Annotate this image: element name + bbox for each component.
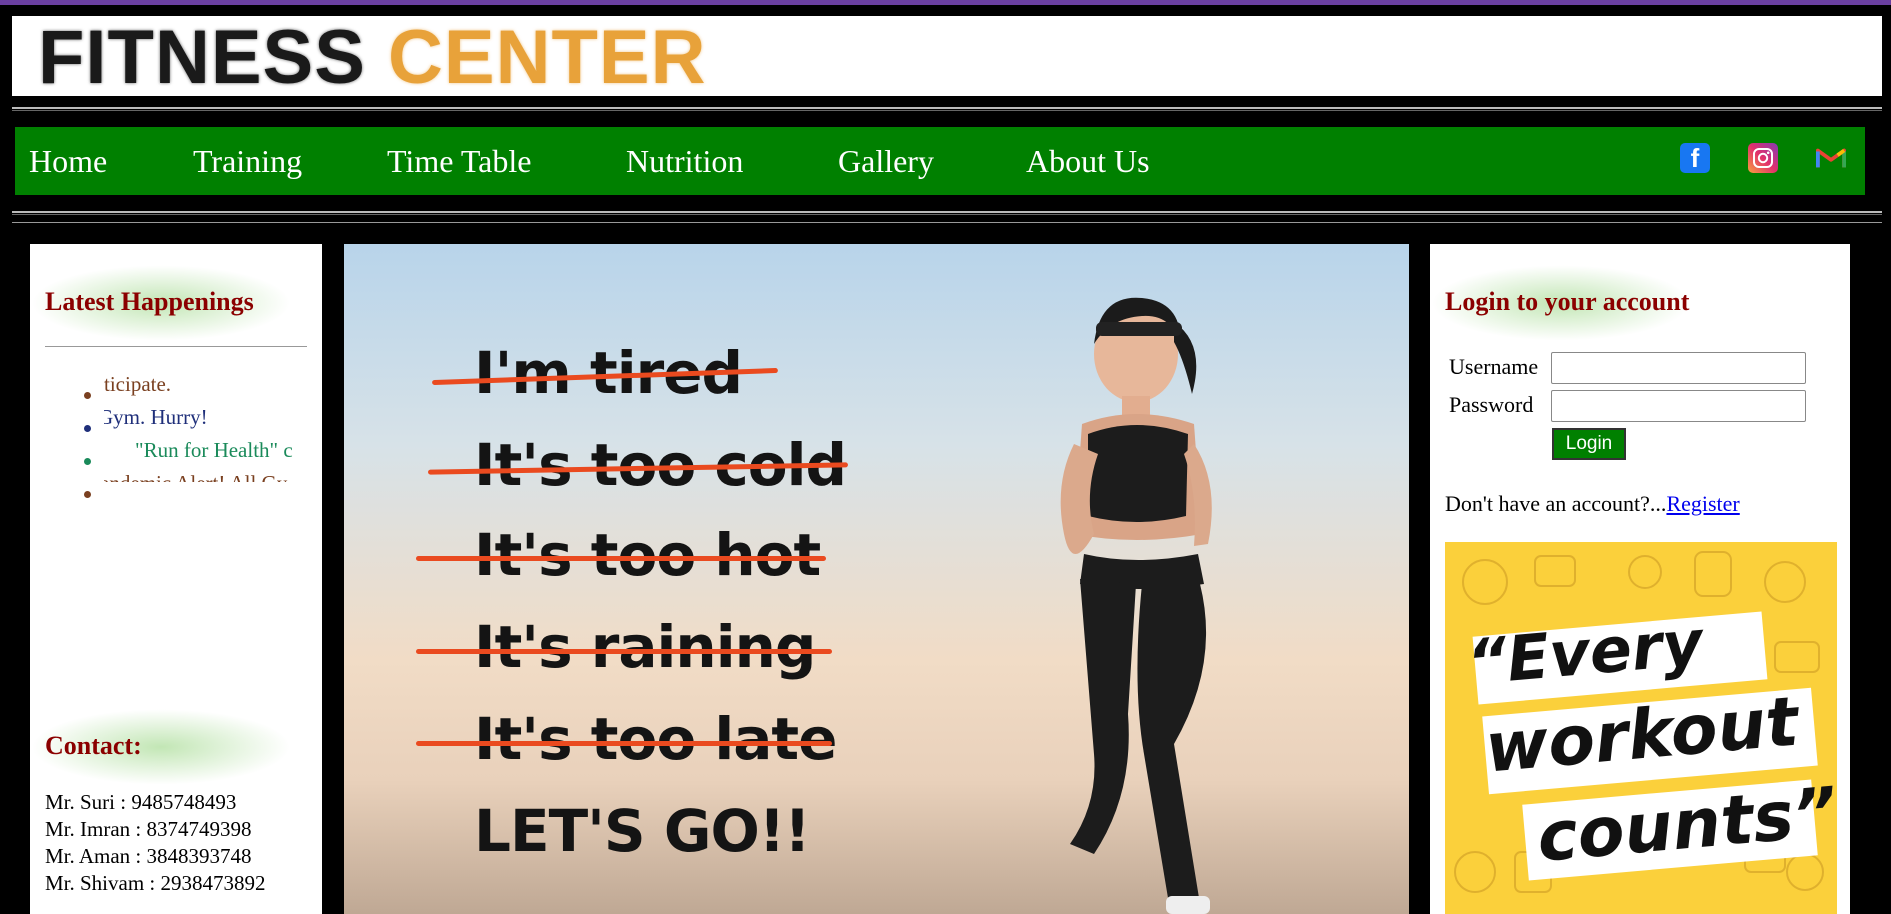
login-title: Login to your account [1430, 265, 1692, 341]
password-input[interactable] [1551, 390, 1806, 422]
poster-phrase: It's raining [474, 613, 816, 681]
login-button[interactable]: Login [1552, 428, 1626, 460]
nav-time-table[interactable]: Time Table [387, 143, 531, 179]
logo-text-fitness: FITNESS [38, 15, 366, 100]
nav-training[interactable]: Training [193, 143, 302, 179]
nav-gallery[interactable]: Gallery [838, 143, 934, 179]
logo-text-center: CENTER [388, 15, 707, 100]
facebook-icon[interactable]: f [1680, 143, 1710, 173]
contact-entry: Mr. Imran : 8374749398 [45, 817, 252, 841]
contact-title: Contact: [31, 709, 291, 785]
site-logo[interactable]: FITNESS CENTER [38, 18, 707, 98]
top-accent-strip [0, 0, 1891, 5]
register-prompt: Don't have an account?...Register [1445, 491, 1740, 517]
header-banner: FITNESS CENTER [12, 16, 1882, 98]
poster-phrase-lets-go: LET'S GO!! [474, 797, 811, 865]
poster-phrase: It's too late [474, 705, 837, 773]
register-prompt-text: Don't have an account?... [1445, 491, 1667, 516]
poster-phrase: It's too hot [474, 521, 821, 589]
divider-middle [12, 211, 1882, 215]
runner-figure [1060, 297, 1212, 914]
username-input[interactable] [1551, 352, 1806, 384]
main-nav: Home Training Time Table Nutrition Galle… [15, 127, 1865, 195]
left-sidebar: Latest Happenings ticipate. Gym. Hurry! … [30, 244, 322, 914]
instagram-icon[interactable] [1748, 143, 1778, 173]
quote-card: “Every workout counts” [1445, 542, 1837, 914]
contact-entry: Mr. Aman : 3848393748 [45, 844, 252, 868]
register-link[interactable]: Register [1666, 491, 1739, 516]
divider-top [12, 107, 1882, 111]
username-label: Username [1449, 354, 1539, 379]
gmail-icon[interactable] [1816, 143, 1846, 173]
strike-line [416, 556, 826, 561]
contact-entry: Mr. Shivam : 2938473892 [45, 871, 266, 895]
nav-about-us[interactable]: About Us [1026, 143, 1150, 179]
nav-nutrition[interactable]: Nutrition [626, 143, 743, 179]
divider-middle-2 [12, 222, 1882, 226]
nav-home[interactable]: Home [29, 143, 107, 179]
right-sidebar: Login to your account Username Password … [1430, 244, 1850, 914]
strike-line [416, 649, 832, 654]
motivation-poster: I'm tired It's too cold It's too hot It'… [344, 244, 1409, 914]
password-label: Password [1449, 392, 1534, 417]
contact-entry: Mr. Suri : 9485748493 [45, 790, 237, 814]
strike-line [416, 741, 832, 746]
